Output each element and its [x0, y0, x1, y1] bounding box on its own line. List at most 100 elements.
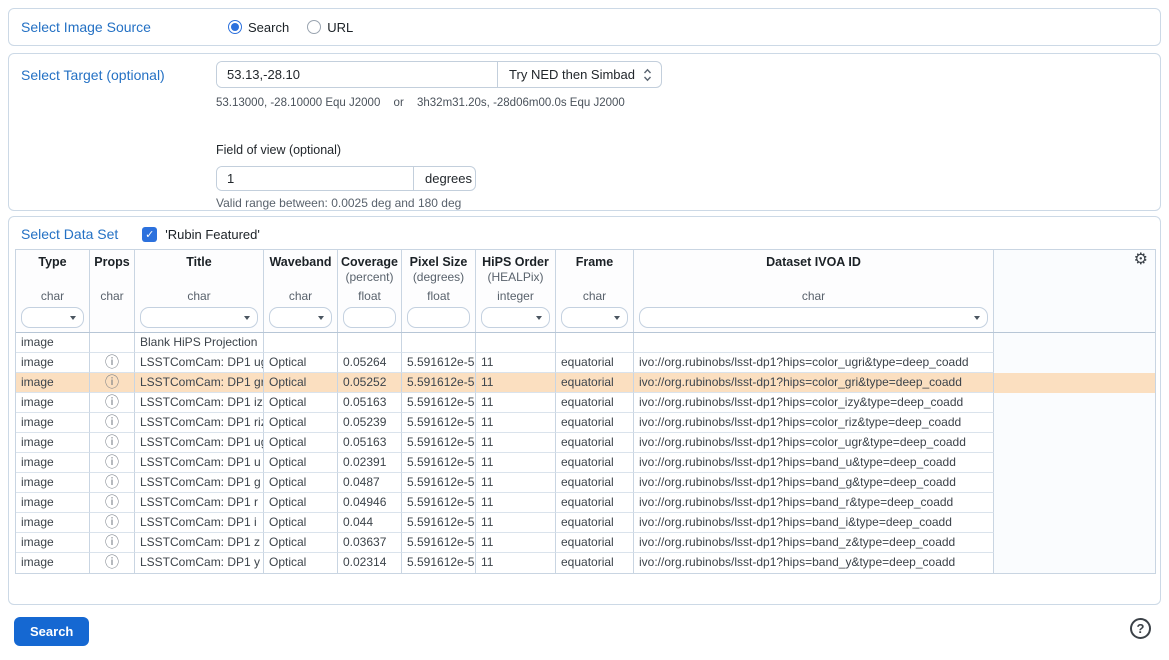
column-header-pixel-size[interactable]: Pixel Size(degrees)float: [402, 250, 476, 332]
filter-dropdown-type[interactable]: [21, 307, 84, 328]
image-source-label: Select Image Source: [9, 19, 204, 35]
info-icon[interactable]: ⓘ: [105, 374, 119, 390]
table-cell: 0.05252: [338, 373, 402, 393]
info-icon[interactable]: ⓘ: [105, 414, 119, 430]
table-cell: ⓘ: [90, 373, 135, 393]
table-cell: ivo://org.rubinobs/lsst-dp1?hips=color_i…: [634, 393, 994, 413]
info-icon[interactable]: ⓘ: [105, 474, 119, 490]
table-cell-filler: [994, 533, 1155, 553]
info-icon[interactable]: ⓘ: [105, 534, 119, 550]
column-header-type[interactable]: Type char: [16, 250, 90, 332]
table-row[interactable]: imageⓘLSSTComCam: DP1 gOptical0.04875.59…: [16, 473, 1155, 493]
table-row[interactable]: imageⓘLSSTComCam: DP1 uOptical0.023915.5…: [16, 453, 1155, 473]
filter-dropdown-frame[interactable]: [561, 307, 628, 328]
image-source-radio-group: Search URL: [228, 20, 353, 35]
help-icon[interactable]: ?: [1130, 618, 1151, 639]
table-cell: ⓘ: [90, 433, 135, 453]
table-cell: equatorial: [556, 393, 634, 413]
fov-hint: Valid range between: 0.0025 deg and 180 …: [216, 196, 1160, 210]
info-icon[interactable]: ⓘ: [105, 514, 119, 530]
radio-selected-icon[interactable]: [228, 20, 242, 34]
search-button[interactable]: Search: [14, 617, 89, 646]
table-cell: [556, 333, 634, 353]
table-cell: 0.0487: [338, 473, 402, 493]
table-row[interactable]: imageⓘLSSTComCam: DP1 rOptical0.049465.5…: [16, 493, 1155, 513]
filter-dropdown-hips-order[interactable]: [481, 307, 550, 328]
radio-option-search[interactable]: Search: [228, 20, 289, 35]
filter-input-pixel-size[interactable]: [407, 307, 470, 328]
column-datatype: char: [559, 287, 630, 306]
table-cell: 5.591612e-5: [402, 433, 476, 453]
table-row[interactable]: imageⓘLSSTComCam: DP1 izyOptical0.051635…: [16, 393, 1155, 413]
radio-unselected-icon[interactable]: [307, 20, 321, 34]
table-cell: 11: [476, 553, 556, 573]
column-datatype: char: [19, 287, 86, 306]
table-cell: image: [16, 353, 90, 373]
table-cell: image: [16, 433, 90, 453]
filter-dropdown-waveband[interactable]: [269, 307, 332, 328]
resolved-deg: 53.13000, -28.10000 Equ J2000: [216, 97, 380, 109]
column-header-title[interactable]: Titlechar: [135, 250, 264, 332]
table-settings-gear-icon[interactable]: ⚙: [1134, 252, 1148, 268]
table-row[interactable]: imageⓘLSSTComCam: DP1 yOptical0.023145.5…: [16, 553, 1155, 573]
table-row[interactable]: imageⓘLSSTComCam: DP1 ugrOptical0.051635…: [16, 433, 1155, 453]
table-cell: equatorial: [556, 353, 634, 373]
filter-dropdown-title[interactable]: [140, 307, 258, 328]
column-title: Type: [19, 255, 86, 270]
target-label: Select Target (optional): [9, 67, 216, 83]
fov-unit-dropdown[interactable]: degrees: [413, 167, 476, 190]
table-cell: ⓘ: [90, 553, 135, 573]
filter-dropdown-dataset-ivoa-id[interactable]: [639, 307, 988, 328]
table-row[interactable]: imageⓘLSSTComCam: DP1 rizOptical0.052395…: [16, 413, 1155, 433]
column-header-waveband[interactable]: Wavebandchar: [264, 250, 338, 332]
table-cell: image: [16, 413, 90, 433]
info-icon[interactable]: ⓘ: [105, 354, 119, 370]
info-icon[interactable]: ⓘ: [105, 494, 119, 510]
table-cell: Optical: [264, 353, 338, 373]
info-icon[interactable]: ⓘ: [105, 554, 119, 570]
dataset-table: TypecharPropscharTitlecharWavebandcharCo…: [15, 249, 1156, 574]
checkbox-checked-icon[interactable]: ✓: [142, 227, 157, 242]
table-cell: 0.02391: [338, 453, 402, 473]
table-cell-filler: [994, 413, 1155, 433]
table-cell: Optical: [264, 433, 338, 453]
table-row[interactable]: imageⓘLSSTComCam: DP1 griOptical0.052525…: [16, 373, 1155, 393]
info-icon[interactable]: ⓘ: [105, 454, 119, 470]
info-icon[interactable]: ⓘ: [105, 394, 119, 410]
table-cell-filler: [994, 433, 1155, 453]
column-header-props[interactable]: Propschar: [90, 250, 135, 332]
table-cell: image: [16, 373, 90, 393]
table-cell-filler: [994, 473, 1155, 493]
table-cell: 11: [476, 453, 556, 473]
table-cell: 11: [476, 513, 556, 533]
radio-option-url[interactable]: URL: [307, 20, 353, 35]
table-row[interactable]: imageⓘLSSTComCam: DP1 ugriOptical0.05264…: [16, 353, 1155, 373]
table-cell: LSSTComCam: DP1 izy: [135, 393, 264, 413]
target-input[interactable]: [217, 62, 497, 87]
table-cell: 5.591612e-5: [402, 473, 476, 493]
table-cell-filler: [994, 513, 1155, 533]
resolver-dropdown[interactable]: Try NED then Simbad: [497, 62, 661, 87]
table-row[interactable]: imageⓘLSSTComCam: DP1 iOptical0.0445.591…: [16, 513, 1155, 533]
dataset-table-header: TypecharPropscharTitlecharWavebandcharCo…: [16, 250, 1155, 333]
column-header-hips-order[interactable]: HiPS Order(HEALPix)integer: [476, 250, 556, 332]
table-cell: equatorial: [556, 373, 634, 393]
table-cell: 11: [476, 533, 556, 553]
rubin-featured-option[interactable]: ✓ 'Rubin Featured': [142, 227, 260, 242]
table-row[interactable]: imageBlank HiPS Projection: [16, 333, 1155, 353]
table-row[interactable]: imageⓘLSSTComCam: DP1 zOptical0.036375.5…: [16, 533, 1155, 553]
column-header-dataset-ivoa-id[interactable]: Dataset IVOA IDchar: [634, 250, 994, 332]
resolved-or: or: [394, 97, 404, 109]
table-cell: ⓘ: [90, 453, 135, 473]
column-header-coverage[interactable]: Coverage(percent)float: [338, 250, 402, 332]
table-cell: ivo://org.rubinobs/lsst-dp1?hips=color_u…: [634, 353, 994, 373]
column-datatype: float: [405, 287, 472, 306]
info-icon[interactable]: ⓘ: [105, 434, 119, 450]
column-header-frame[interactable]: Frame char: [556, 250, 634, 332]
table-cell: ivo://org.rubinobs/lsst-dp1?hips=band_u&…: [634, 453, 994, 473]
fov-input[interactable]: [217, 167, 413, 190]
filter-input-coverage[interactable]: [343, 307, 396, 328]
column-title: Frame: [559, 255, 630, 270]
table-cell: LSSTComCam: DP1 gri: [135, 373, 264, 393]
table-cell: image: [16, 393, 90, 413]
